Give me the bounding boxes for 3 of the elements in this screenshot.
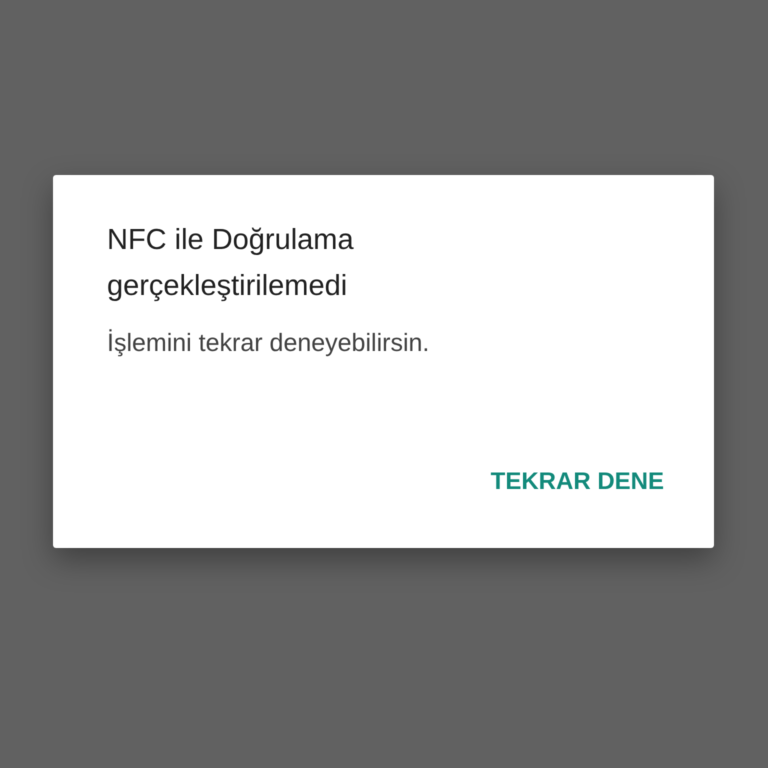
- dialog-title: NFC ile Doğrulama gerçekleştirilemedi: [107, 223, 355, 304]
- retry-button[interactable]: TEKRAR DENE: [480, 462, 674, 502]
- dialog-message: İşlemini tekrar deneyebilirsin.: [107, 329, 430, 358]
